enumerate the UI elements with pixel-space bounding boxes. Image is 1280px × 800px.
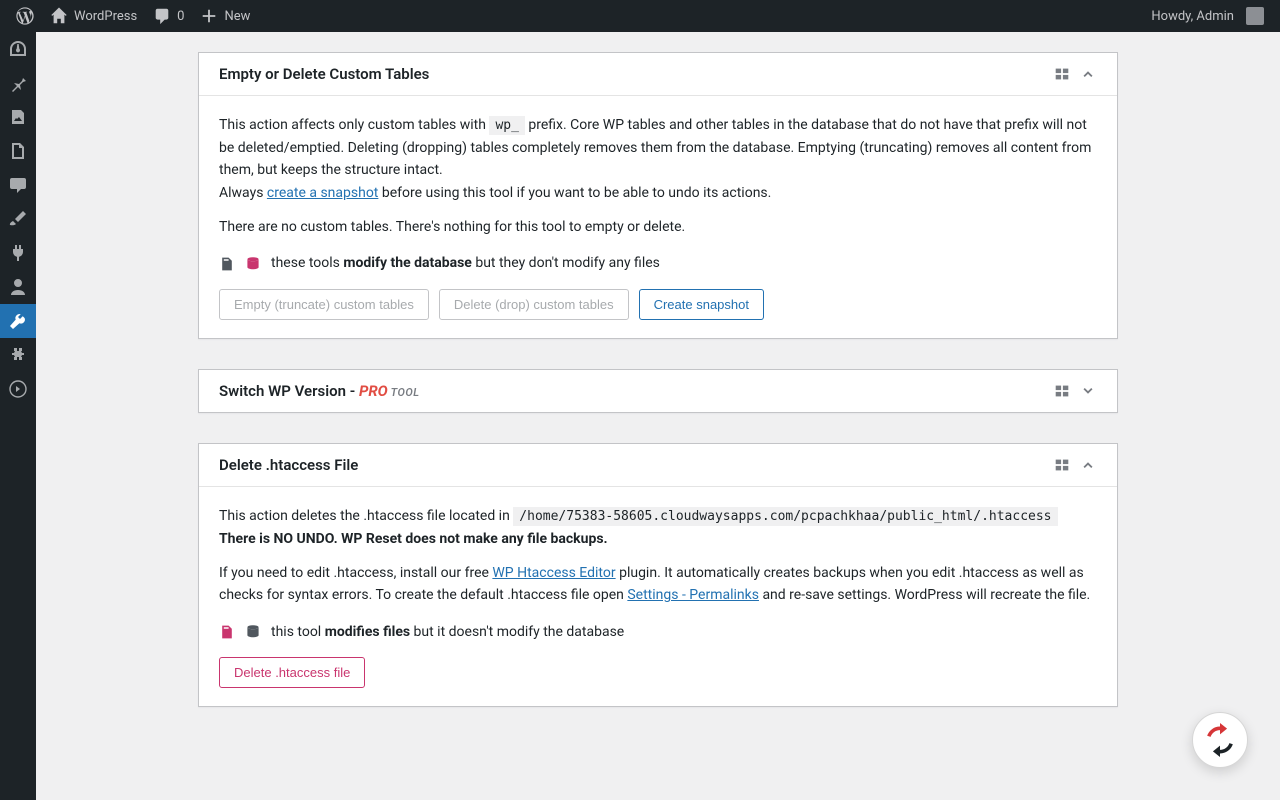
- new-content-menu[interactable]: New: [192, 0, 258, 32]
- menu-tools[interactable]: [0, 304, 36, 338]
- pro-badge: PRO: [359, 382, 388, 400]
- plus-icon: [200, 7, 218, 25]
- description: This action deletes the .htaccess file l…: [219, 505, 1097, 550]
- comments-count: 0: [177, 9, 184, 24]
- pages-icon: [8, 141, 28, 161]
- comments-menu[interactable]: 0: [145, 0, 192, 32]
- menu-settings[interactable]: [0, 338, 36, 372]
- chevron-up-icon[interactable]: [1079, 65, 1097, 83]
- file-icon: [219, 624, 235, 640]
- card-title: Switch WP Version - PRO TOOL: [219, 382, 420, 400]
- collapse-icon: [8, 379, 28, 399]
- wrench-icon: [8, 311, 28, 331]
- menu-collapse[interactable]: [0, 372, 36, 406]
- window-grid-icon[interactable]: [1053, 456, 1071, 474]
- create-snapshot-link[interactable]: create a snapshot: [267, 185, 378, 201]
- modification-info: this tool modifies files but it doesn't …: [219, 621, 1097, 643]
- avatar: [1246, 7, 1264, 25]
- card-delete-htaccess: Delete .htaccess File This action delete…: [198, 443, 1118, 707]
- delete-htaccess-button[interactable]: Delete .htaccess file: [219, 657, 365, 688]
- card-title: Empty or Delete Custom Tables: [219, 65, 429, 83]
- table-prefix: wp_: [489, 116, 524, 135]
- no-tables-notice: There are no custom tables. There's noth…: [219, 216, 1097, 238]
- home-icon: [50, 7, 68, 25]
- new-label: New: [224, 9, 250, 24]
- modification-info: these tools modify the database but they…: [219, 252, 1097, 274]
- window-grid-icon[interactable]: [1053, 382, 1071, 400]
- window-grid-icon[interactable]: [1053, 65, 1071, 83]
- card-empty-delete-tables: Empty or Delete Custom Tables This actio…: [198, 52, 1118, 339]
- chevron-down-icon[interactable]: [1079, 382, 1097, 400]
- menu-users[interactable]: [0, 270, 36, 304]
- editor-suggestion: If you need to edit .htaccess, install o…: [219, 562, 1097, 607]
- account-menu[interactable]: Howdy, Admin: [1143, 0, 1272, 32]
- pin-icon: [8, 73, 28, 93]
- howdy-label: Howdy, Admin: [1151, 9, 1234, 24]
- site-name: WordPress: [74, 9, 137, 24]
- dashboard-icon: [8, 39, 28, 59]
- database-icon: [245, 624, 261, 640]
- admin-menu: [0, 32, 36, 800]
- htaccess-editor-link[interactable]: WP Htaccess Editor: [492, 565, 615, 581]
- wordpress-icon: [16, 7, 34, 25]
- admin-bar: WordPress 0 New Howdy, Admin: [0, 0, 1280, 32]
- menu-appearance[interactable]: [0, 202, 36, 236]
- menu-pages[interactable]: [0, 134, 36, 168]
- content-wrap: Empty or Delete Custom Tables This actio…: [36, 32, 1280, 777]
- settings-permalinks-link[interactable]: Settings - Permalinks: [627, 587, 759, 603]
- htaccess-path: /home/75383-58605.cloudwaysapps.com/pcpa…: [513, 507, 1057, 526]
- description: This action affects only custom tables w…: [219, 114, 1097, 204]
- menu-media[interactable]: [0, 100, 36, 134]
- user-icon: [8, 277, 28, 297]
- comment-icon: [153, 7, 171, 25]
- empty-tables-button[interactable]: Empty (truncate) custom tables: [219, 289, 429, 320]
- menu-posts[interactable]: [0, 66, 36, 100]
- menu-dashboard[interactable]: [0, 32, 36, 66]
- chevron-up-icon[interactable]: [1079, 456, 1097, 474]
- menu-comments[interactable]: [0, 168, 36, 202]
- brush-icon: [8, 209, 28, 229]
- create-snapshot-button[interactable]: Create snapshot: [639, 289, 764, 320]
- file-icon: [219, 256, 235, 272]
- help-fab[interactable]: [1192, 712, 1248, 768]
- card-switch-wp-version: Switch WP Version - PRO TOOL: [198, 369, 1118, 413]
- database-icon: [245, 256, 261, 272]
- sync-icon: [1203, 723, 1237, 757]
- site-name-menu[interactable]: WordPress: [42, 0, 145, 32]
- card-title: Delete .htaccess File: [219, 456, 358, 474]
- wp-logo-menu[interactable]: [8, 0, 42, 32]
- media-icon: [8, 107, 28, 127]
- menu-plugins[interactable]: [0, 236, 36, 270]
- settings-icon: [8, 345, 28, 365]
- comment-bubble-icon: [8, 175, 28, 195]
- plugin-icon: [8, 243, 28, 263]
- delete-tables-button[interactable]: Delete (drop) custom tables: [439, 289, 629, 320]
